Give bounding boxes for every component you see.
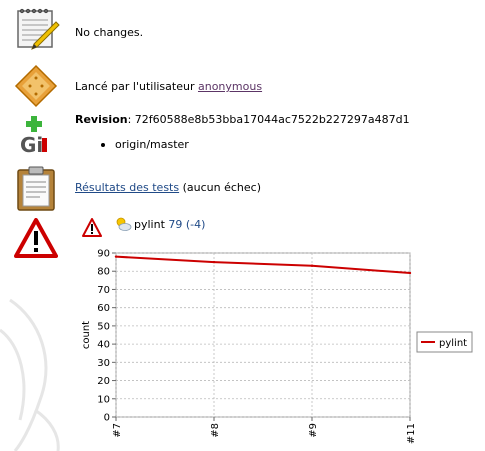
- test-results-link[interactable]: Résultats des tests: [75, 181, 179, 194]
- branch-list-item: origin/master: [101, 138, 189, 151]
- small-warning-icon: [82, 218, 102, 238]
- y-tick-label: 90: [97, 249, 110, 260]
- git-icon: Gi: [18, 114, 62, 158]
- partly-cloudy-icon: [114, 216, 132, 232]
- user-link[interactable]: anonymous: [198, 80, 262, 93]
- started-by-prefix: Lancé par l'utilisateur: [75, 80, 198, 93]
- y-tick-label: 40: [97, 340, 110, 351]
- revision-hash: 72f60588e8b53bba17044ac7522b227297a487d1: [134, 113, 410, 126]
- y-tick-label: 30: [97, 358, 110, 369]
- revision-label: Revision: [75, 113, 128, 126]
- series-point: [310, 264, 314, 267]
- clipboard-icon: [14, 166, 58, 211]
- series-point: [408, 271, 412, 275]
- y-tick-label: 0: [104, 413, 110, 424]
- y-tick-label: 80: [97, 267, 110, 278]
- pylint-score-link[interactable]: 79: [168, 218, 182, 231]
- y-tick-label: 20: [97, 376, 110, 387]
- legend-label: pylint: [439, 338, 467, 349]
- x-tick-label: #8: [210, 423, 221, 438]
- plot-area: [115, 252, 411, 418]
- branch-name: origin/master: [115, 138, 189, 151]
- pylint-delta-link[interactable]: (-4): [186, 218, 206, 231]
- list-bullet: [101, 142, 105, 147]
- y-tick-label: 70: [97, 285, 110, 296]
- revision-separator: :: [127, 113, 135, 126]
- series-point: [114, 255, 118, 258]
- changes-text: No changes.: [75, 26, 144, 39]
- x-tick-label: #9: [308, 423, 319, 438]
- y-tick-label: 10: [97, 394, 110, 405]
- user-build-icon: [14, 64, 58, 108]
- x-tick-label: #11: [406, 423, 417, 444]
- pylint-label: pylint: [134, 218, 165, 231]
- notepad-pencil-icon: [12, 8, 60, 52]
- test-results-suffix: (aucun échec): [179, 181, 261, 194]
- y-axis-label: count: [81, 321, 92, 349]
- y-tick-label: 60: [97, 303, 110, 314]
- pylint-trend-chart: 0 10 20 30 40 50 60 70 80 90 #7 #8 #9 #11 count pylint: [81, 249, 473, 444]
- y-tick-label: 50: [97, 321, 110, 332]
- x-tick-label: #7: [112, 423, 123, 438]
- warning-icon: [14, 218, 58, 262]
- svg-text:Gi: Gi: [20, 133, 43, 157]
- series-point: [212, 260, 216, 264]
